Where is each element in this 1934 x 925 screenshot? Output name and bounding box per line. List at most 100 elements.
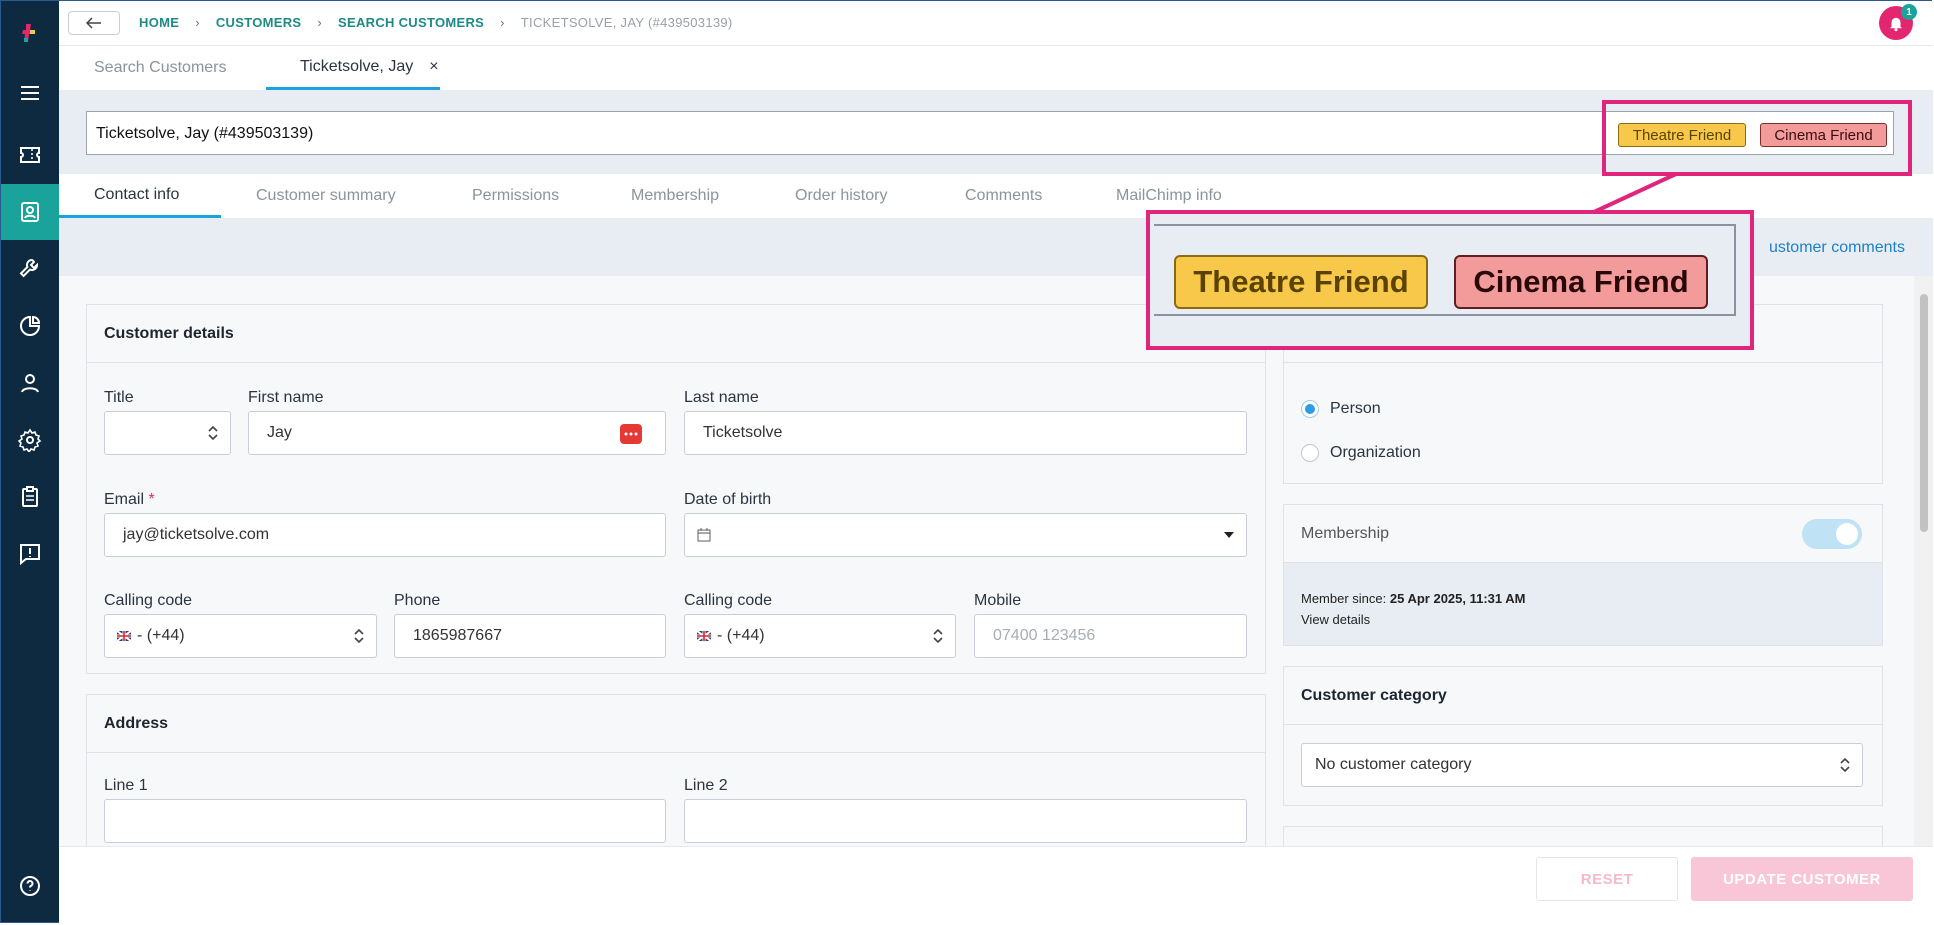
reset-button[interactable]: RESET [1536, 857, 1678, 901]
chevron-down-icon [1224, 532, 1234, 538]
last-name-value: Ticketsolve [703, 424, 783, 441]
phone-label: Phone [394, 592, 441, 609]
calling-code-2-value: - (+44) [717, 627, 765, 644]
mobile-calling-code-select[interactable]: - (+44) [684, 614, 956, 658]
required-marker: * [148, 491, 155, 508]
breadcrumb-search-customers[interactable]: SEARCH CUSTOMERS [338, 15, 484, 30]
address-card: Address Line 1 Line 2 [86, 694, 1266, 846]
pie-chart-icon[interactable] [1, 298, 59, 354]
customer-category-heading: Customer category [1284, 667, 1882, 725]
select-arrows-icon [1840, 757, 1850, 773]
customer-details-card: Customer details Title First name Jay La… [86, 304, 1266, 674]
address-line2-field[interactable] [684, 799, 1247, 843]
clipboard-icon[interactable] [1, 469, 59, 525]
scrollbar[interactable] [1914, 276, 1933, 846]
tags-highlight-box [1602, 100, 1912, 176]
tab-customer-summary[interactable]: Customer summary [256, 174, 396, 218]
view-customer-comments-link[interactable]: ustomer comments [1769, 239, 1905, 257]
radio-organization[interactable] [1301, 444, 1319, 462]
member-since: Member since: 25 Apr 2025, 11:31 AM [1301, 591, 1526, 606]
tab-contact-info[interactable]: Contact info [59, 174, 221, 218]
breadcrumb-home[interactable]: HOME [139, 15, 179, 30]
breadcrumb-separator: › [500, 15, 505, 30]
date-of-birth-field[interactable] [684, 513, 1247, 557]
address-line1-field[interactable] [104, 799, 666, 843]
ticket-icon[interactable] [1, 127, 59, 183]
calling-code-value: - (+44) [137, 627, 185, 644]
update-customer-button[interactable]: UPDATE CUSTOMER [1691, 857, 1913, 901]
tab-comments[interactable]: Comments [965, 174, 1042, 218]
breadcrumb: HOME › CUSTOMERS › SEARCH CUSTOMERS › TI… [139, 15, 733, 30]
member-since-value: 25 Apr 2025, 11:31 AM [1389, 591, 1526, 606]
back-arrow-icon [86, 17, 101, 29]
select-arrows-icon [933, 628, 943, 644]
logo-icon[interactable] [1, 5, 59, 61]
view-details-link[interactable]: View details [1301, 612, 1370, 627]
person-icon[interactable] [1, 355, 59, 411]
sidebar [1, 1, 59, 922]
email-field[interactable]: jay@ticketsolve.com [104, 513, 666, 557]
notifications-button[interactable]: 1 [1879, 4, 1917, 40]
main-content: Customer details Title First name Jay La… [59, 276, 1914, 846]
tab-customer-jay[interactable]: Ticketsolve, Jay × [266, 46, 440, 90]
customer-name: Ticketsolve, Jay (#439503139) [96, 125, 314, 142]
radio-person[interactable] [1301, 400, 1319, 418]
person-option-label: Person [1330, 400, 1381, 417]
first-name-field[interactable]: Jay [248, 411, 666, 455]
gear-icon[interactable] [1, 412, 59, 468]
password-manager-icon[interactable] [620, 424, 642, 444]
member-since-label: Member since: [1301, 591, 1387, 606]
help-icon[interactable] [1, 858, 59, 914]
tab-membership[interactable]: Membership [631, 174, 719, 218]
highlight-connector [1593, 172, 1677, 214]
email-value: jay@ticketsolve.com [123, 526, 270, 543]
wrench-icon[interactable] [1, 241, 59, 297]
calling-code-select[interactable]: - (+44) [104, 614, 377, 658]
line2-label: Line 2 [684, 777, 728, 794]
title-label: Title [104, 389, 134, 406]
first-name-value: Jay [267, 424, 292, 441]
customer-details-heading: Customer details [87, 305, 1265, 363]
phone-value: 1865987667 [413, 627, 502, 644]
zoom-tag-cinema-friend: Cinema Friend [1454, 255, 1708, 309]
customer-category-select[interactable]: No customer category [1301, 743, 1863, 787]
address-heading: Address [87, 695, 1265, 753]
calling-code-2-label: Calling code [684, 592, 773, 609]
zoom-tag-theatre-friend: Theatre Friend [1174, 255, 1428, 309]
last-name-label: Last name [684, 389, 759, 406]
email-label: Email * [104, 491, 155, 509]
close-icon[interactable]: × [429, 58, 438, 76]
mobile-placeholder: 07400 123456 [993, 627, 1096, 644]
card-divider [1284, 362, 1882, 363]
uk-flag-icon [117, 631, 131, 641]
back-button[interactable] [68, 11, 120, 35]
tab-permissions[interactable]: Permissions [472, 174, 559, 218]
customer-category-card: Customer category No customer category [1283, 666, 1883, 806]
mobile-label: Mobile [974, 592, 1022, 609]
breadcrumb-separator: › [317, 15, 323, 30]
line1-label: Line 1 [104, 777, 148, 794]
phone-field[interactable]: 1865987667 [394, 614, 666, 658]
tab-search-customers[interactable]: Search Customers [94, 46, 227, 90]
menu-icon[interactable] [1, 65, 59, 121]
scrollbar-thumb[interactable] [1920, 294, 1928, 532]
top-bar: HOME › CUSTOMERS › SEARCH CUSTOMERS › TI… [59, 1, 1933, 46]
breadcrumb-current: TICKETSOLVE, JAY (#439503139) [520, 15, 733, 30]
select-arrows-icon [208, 425, 218, 441]
organization-option-label: Organization [1330, 444, 1421, 461]
customer-category-value: No customer category [1315, 756, 1472, 773]
membership-toggle[interactable] [1802, 519, 1862, 549]
mobile-field[interactable]: 07400 123456 [974, 614, 1247, 658]
tags-zoom-callout: Theatre Friend Cinema Friend [1146, 210, 1754, 350]
tab-order-history[interactable]: Order history [795, 174, 887, 218]
membership-card: Membership Member since: 25 Apr 2025, 11… [1283, 504, 1883, 646]
first-name-label: First name [248, 389, 324, 406]
uk-flag-icon [697, 631, 711, 641]
last-name-field[interactable]: Ticketsolve [684, 411, 1247, 455]
breadcrumb-customers[interactable]: CUSTOMERS [216, 15, 302, 30]
contact-card-icon[interactable] [1, 184, 59, 240]
feedback-icon[interactable] [1, 526, 59, 582]
notification-count-badge: 1 [1901, 4, 1917, 20]
title-select[interactable] [104, 411, 231, 455]
select-arrows-icon [354, 628, 364, 644]
